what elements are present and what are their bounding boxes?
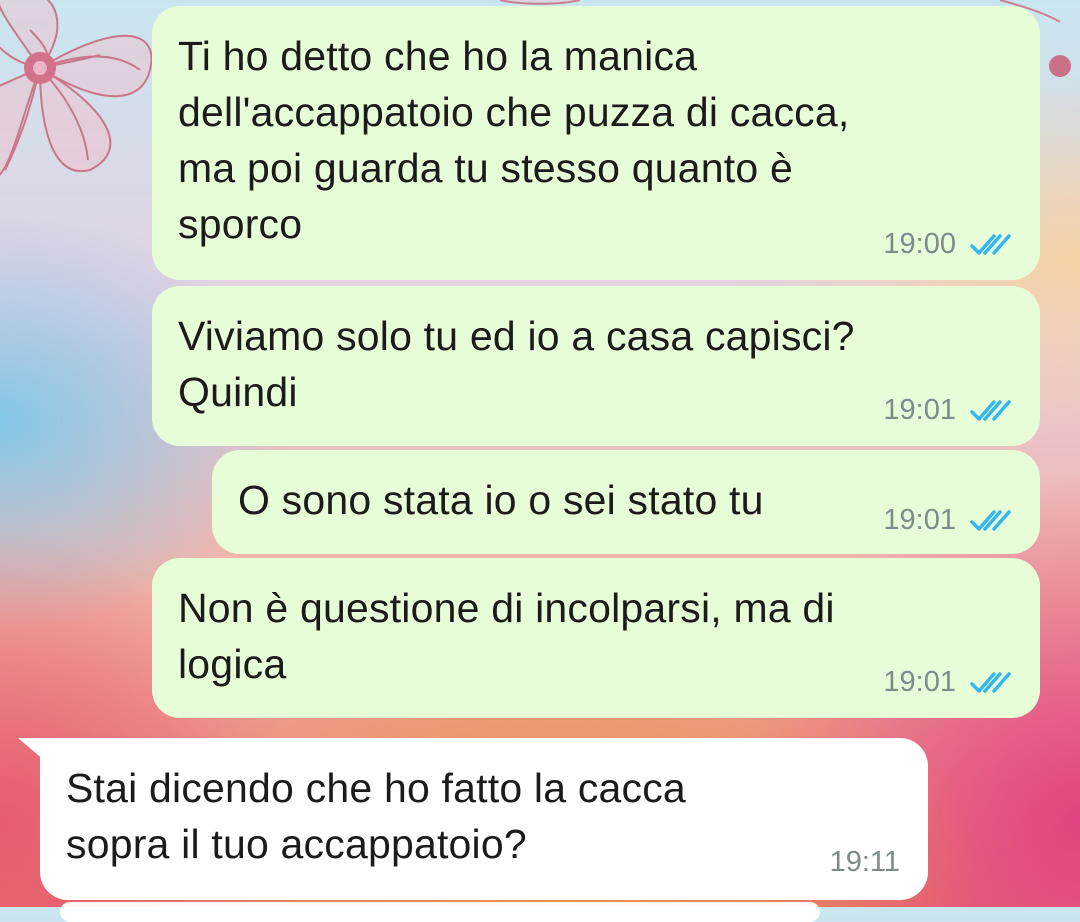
pink-dot-decoration [1049, 55, 1071, 77]
message-time: 19:01 [883, 504, 956, 536]
message-time: 19:01 [883, 666, 956, 698]
message-meta: 19:01 [883, 394, 1012, 427]
double-check-read-icon [970, 399, 1011, 421]
double-check-read-icon [970, 509, 1011, 531]
message-meta: 19:01 [883, 666, 1012, 699]
message-bubble-outgoing[interactable]: Viviamo solo tu ed io a casa capisci? Qu… [152, 286, 1040, 446]
message-bubble-outgoing[interactable]: Ti ho detto che ho la manica dell'accapp… [152, 6, 1040, 280]
double-check-read-icon [970, 233, 1011, 255]
message-bubble-outgoing[interactable]: O sono stata io o sei stato tu 19:01 [212, 450, 1040, 554]
message-time: 19:11 [829, 846, 900, 878]
message-bubble-partial [60, 902, 820, 922]
message-meta: 19:00 [883, 228, 1012, 261]
message-meta: 19:01 [883, 504, 1012, 537]
message-text: Ti ho detto che ho la manica dell'accapp… [178, 33, 850, 247]
message-time: 19:00 [883, 228, 956, 260]
message-meta: 19:11 [830, 846, 900, 879]
message-time: 19:01 [883, 394, 956, 426]
flower-decoration [0, 0, 153, 176]
double-check-read-icon [970, 671, 1011, 693]
message-bubble-incoming[interactable]: Stai dicendo che ho fatto la cacca sopra… [40, 738, 928, 900]
message-bubble-outgoing[interactable]: Non è questione di incolparsi, ma di log… [152, 558, 1040, 718]
message-text: O sono stata io o sei stato tu [238, 477, 764, 523]
message-text: Non è questione di incolparsi, ma di log… [178, 585, 835, 687]
message-text: Viviamo solo tu ed io a casa capisci? Qu… [178, 313, 855, 415]
message-text: Stai dicendo che ho fatto la cacca sopra… [66, 765, 686, 867]
